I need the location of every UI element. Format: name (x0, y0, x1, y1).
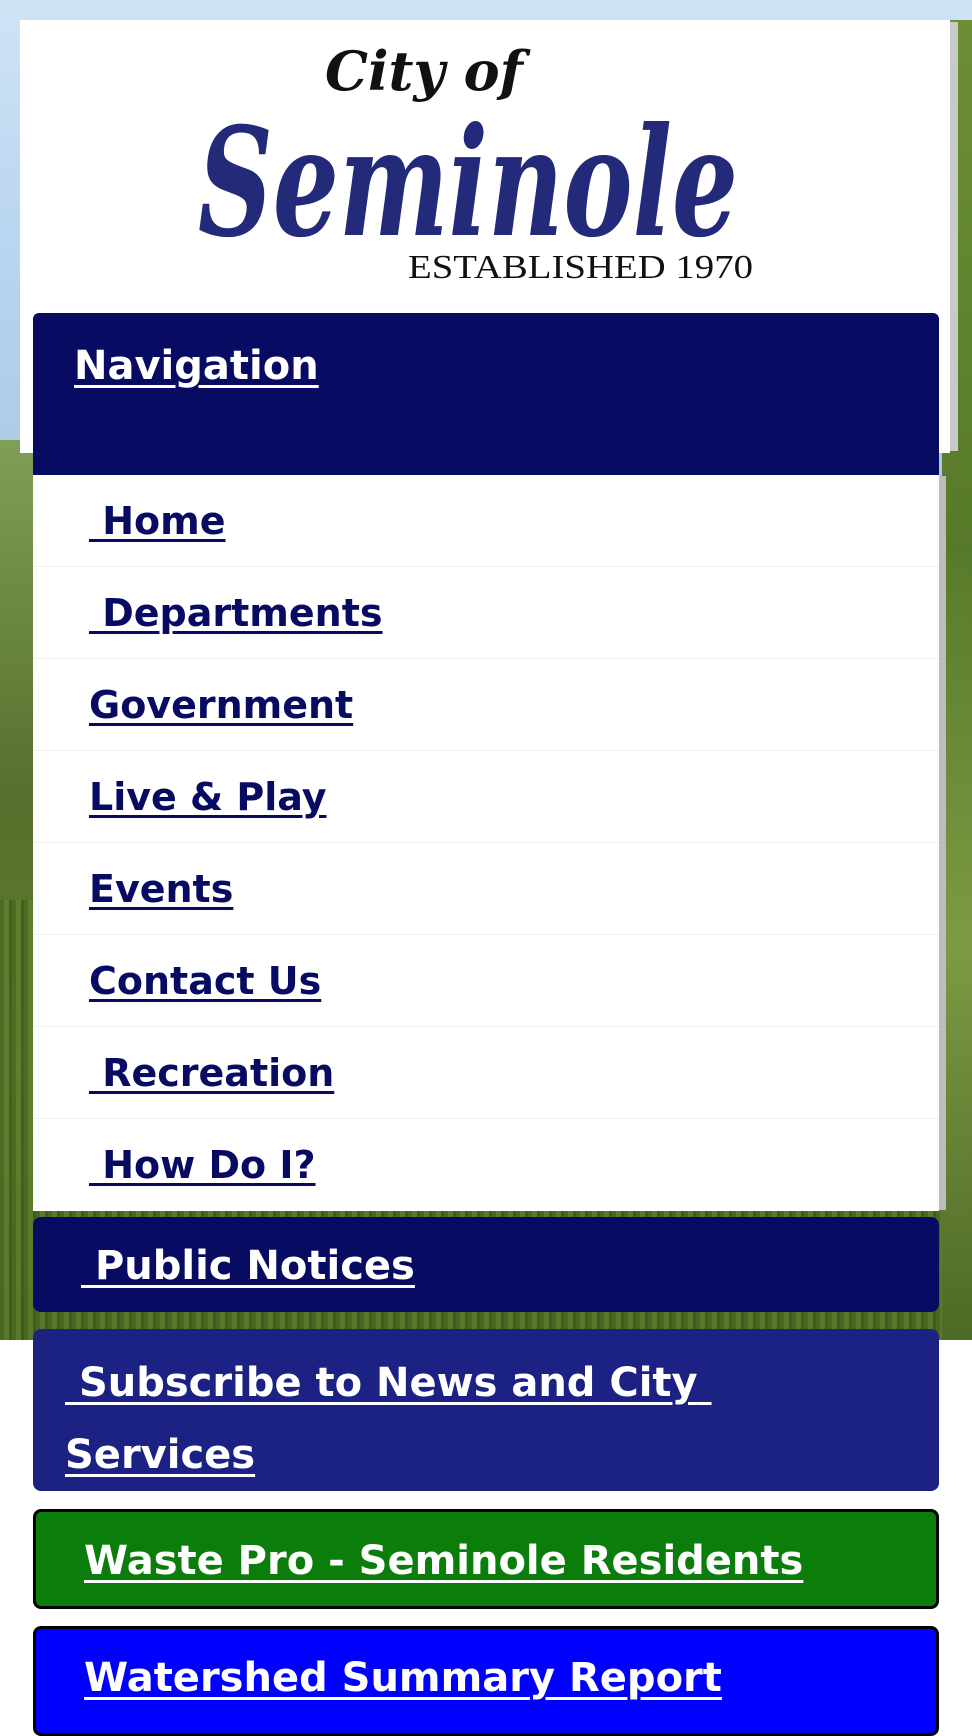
city-of-seminole-logo[interactable]: City of Seminole ESTABLISHED 1970 (190, 20, 810, 310)
menu-link-departments[interactable]: Departments (89, 591, 382, 635)
menu-item-government[interactable]: Government (33, 659, 939, 751)
site-header-panel: City of Seminole ESTABLISHED 1970 Naviga… (20, 20, 950, 1736)
waste-pro-button[interactable]: Waste Pro - Seminole Residents (33, 1509, 939, 1609)
menu-link-contact-us[interactable]: Contact Us (89, 959, 321, 1003)
public-notices-button[interactable]: Public Notices (33, 1217, 939, 1312)
menu-item-how-do-i[interactable]: How Do I? (33, 1119, 939, 1211)
menu-item-contact-us[interactable]: Contact Us (33, 935, 939, 1027)
menu-link-live-and-play[interactable]: Live & Play (89, 775, 327, 819)
public-notices-link[interactable]: Public Notices (81, 1243, 415, 1289)
watershed-report-button[interactable]: Watershed Summary Report (33, 1626, 939, 1736)
navigation-toggle-link[interactable]: Navigation (74, 343, 319, 389)
menu-item-events[interactable]: Events (33, 843, 939, 935)
site-logo-container[interactable]: City of Seminole ESTABLISHED 1970 (20, 20, 950, 310)
watershed-report-link[interactable]: Watershed Summary Report (84, 1655, 722, 1701)
menu-link-recreation[interactable]: Recreation (89, 1051, 334, 1095)
menu-link-home[interactable]: Home (89, 499, 225, 543)
logo-city-of-text: City of (325, 39, 531, 103)
logo-seminole-text: Seminole (198, 95, 738, 271)
navigation-header[interactable]: Navigation (33, 313, 939, 475)
menu-item-recreation[interactable]: Recreation (33, 1027, 939, 1119)
menu-link-how-do-i[interactable]: How Do I? (89, 1143, 315, 1187)
main-navigation-menu: Home Departments Government Live & Play … (33, 475, 939, 1211)
subscribe-link[interactable]: Subscribe to News and City Services (65, 1360, 712, 1478)
menu-item-live-and-play[interactable]: Live & Play (33, 751, 939, 843)
subscribe-button[interactable]: Subscribe to News and City Services (33, 1329, 939, 1491)
menu-item-home[interactable]: Home (33, 475, 939, 567)
menu-item-departments[interactable]: Departments (33, 567, 939, 659)
menu-link-government[interactable]: Government (89, 683, 353, 727)
waste-pro-link[interactable]: Waste Pro - Seminole Residents (84, 1538, 803, 1584)
menu-link-events[interactable]: Events (89, 867, 233, 911)
logo-established-text: ESTABLISHED 1970 (408, 249, 753, 286)
